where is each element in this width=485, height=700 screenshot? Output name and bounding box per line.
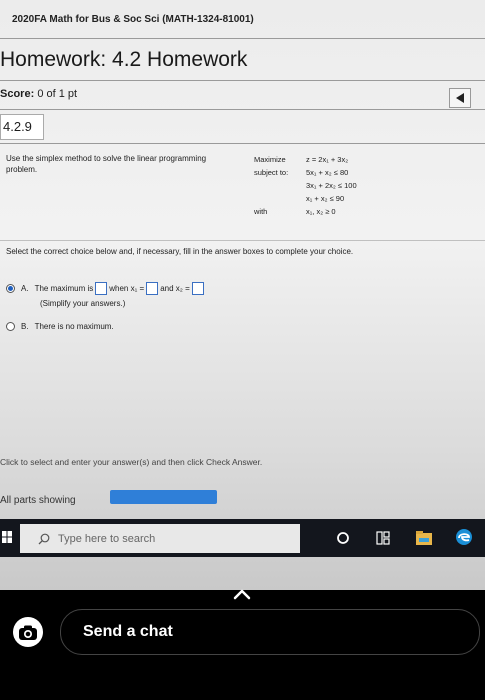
page-title: Homework: 4.2 Homework xyxy=(0,48,248,71)
score: Score: 0 of 1 pt xyxy=(0,88,77,100)
divider xyxy=(0,143,485,144)
question-number: 4.2.9 xyxy=(0,114,44,140)
instructions: Use the simplex method to solve the line… xyxy=(6,154,207,174)
with-label: with xyxy=(254,207,268,216)
triangle-left-icon xyxy=(456,93,464,103)
score-label: Score: xyxy=(0,88,35,100)
choice-a-letter: A. xyxy=(21,284,29,293)
photo-of-screen: 2020FA Math for Bus & Soc Sci (MATH-1324… xyxy=(0,0,485,590)
previous-question-button[interactable] xyxy=(449,88,471,108)
choice-a-radio[interactable] xyxy=(6,284,15,293)
chat-placeholder: Send a chat xyxy=(83,623,173,640)
choice-b-radio[interactable] xyxy=(6,322,15,331)
task-view-icon[interactable] xyxy=(376,531,390,545)
choice-a-text-2: when x₁ = xyxy=(109,284,145,293)
constraint: 5x₁ + x₂ ≤ 80 xyxy=(306,168,349,177)
chat-input[interactable]: Send a chat xyxy=(60,609,480,655)
divider xyxy=(0,109,485,110)
max-value-input[interactable] xyxy=(95,282,108,295)
edge-browser-icon[interactable] xyxy=(455,528,473,546)
choice-b-letter: B. xyxy=(21,322,29,331)
chevron-up-icon[interactable] xyxy=(232,588,252,600)
divider xyxy=(0,38,485,39)
footer-hint: Click to select and enter your answer(s)… xyxy=(0,457,263,467)
divider xyxy=(0,240,485,241)
x1-input[interactable] xyxy=(146,282,159,295)
camera-button[interactable] xyxy=(13,617,43,647)
parts-showing: All parts showing xyxy=(0,495,76,506)
choice-a-text-3: and x₂ = xyxy=(160,284,190,293)
simplify-note: (Simplify your answers.) xyxy=(40,299,126,308)
progress-fill xyxy=(110,490,217,504)
windows-start-icon[interactable] xyxy=(2,531,12,543)
file-explorer-icon[interactable] xyxy=(416,531,432,545)
subject-to-label: subject to: xyxy=(254,168,289,177)
cortana-icon[interactable] xyxy=(336,531,350,545)
objective: z = 2x₁ + 3x₂ xyxy=(306,155,349,164)
course-title: 2020FA Math for Bus & Soc Sci (MATH-1324… xyxy=(12,14,254,25)
x2-input[interactable] xyxy=(191,282,204,295)
choice-a-text-1: The maximum is xyxy=(34,284,94,293)
camera-icon xyxy=(19,625,37,640)
select-instruction: Select the correct choice below and, if … xyxy=(6,247,354,256)
choice-a[interactable]: A. The maximum is when x₁ = and x₂ = xyxy=(6,282,206,295)
taskbar-search-box[interactable]: Type here to search xyxy=(20,524,300,553)
nonnegativity-constraint: x₁, x₂ ≥ 0 xyxy=(306,207,336,216)
taskbar: Type here to search xyxy=(0,519,485,557)
divider xyxy=(0,80,485,81)
choice-b[interactable]: B. There is no maximum. xyxy=(6,322,114,331)
choice-b-text: There is no maximum. xyxy=(34,322,114,331)
constraint: 3x₁ + 2x₂ ≤ 100 xyxy=(306,181,357,190)
constraint: x₁ + x₂ ≤ 90 xyxy=(306,194,345,203)
search-icon xyxy=(38,533,50,544)
lp-problem: Maximize z = 2x₁ + 3x₂ subject to: 5x₁ + x… xyxy=(254,153,357,218)
maximize-label: Maximize xyxy=(254,155,286,164)
search-placeholder: Type here to search xyxy=(58,532,156,545)
score-value: 0 of 1 pt xyxy=(37,88,78,100)
progress-bar xyxy=(110,490,217,504)
